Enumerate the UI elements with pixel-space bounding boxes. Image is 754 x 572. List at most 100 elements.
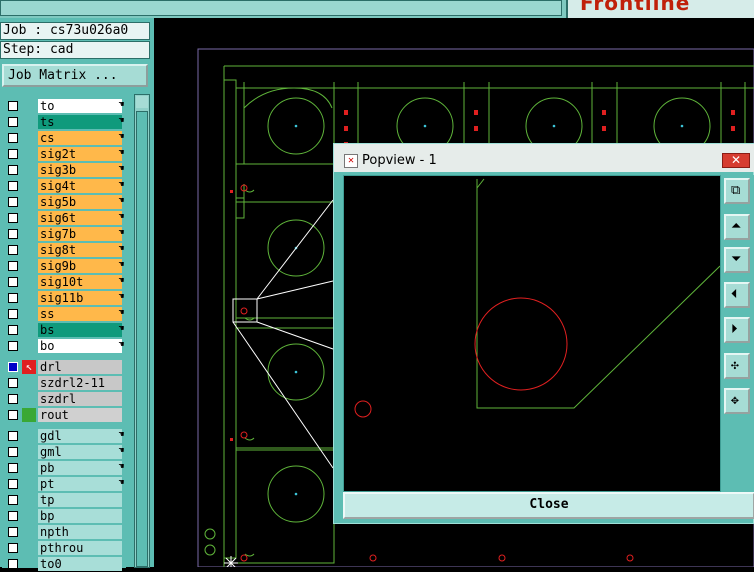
layer-checkbox[interactable] [8, 117, 18, 127]
layer-row-szdrl[interactable]: szdrl [2, 391, 126, 407]
layer-name[interactable]: sig10t [38, 275, 122, 289]
layer-checkbox[interactable] [8, 410, 18, 420]
layer-name[interactable]: sig5b [38, 195, 122, 209]
layer-checkbox[interactable] [8, 197, 18, 207]
layer-row-sig3b[interactable]: sig3b ☚ [2, 162, 126, 178]
layer-checkbox[interactable] [8, 431, 18, 441]
layer-row-sig6t[interactable]: sig6t ☚ [2, 210, 126, 226]
layer-name[interactable]: to [38, 99, 122, 113]
layer-name[interactable]: sig8t [38, 243, 122, 257]
layer-name[interactable]: sig4t [38, 179, 122, 193]
layer-name[interactable]: pthrou [38, 541, 122, 555]
layer-name[interactable]: ss [38, 307, 122, 321]
layer-checkbox[interactable] [8, 133, 18, 143]
layer-name[interactable]: sig7b [38, 227, 122, 241]
layer-name[interactable]: sig11b [38, 291, 122, 305]
layer-row-pt[interactable]: pt ☚ [2, 476, 126, 492]
pan-up-icon[interactable]: ⏶ [724, 214, 750, 240]
layer-row-szdrl2-11[interactable]: szdrl2-11 [2, 375, 126, 391]
popview-title-bar[interactable]: ✕ Popview - 1 [334, 144, 754, 172]
layer-checkbox[interactable] [8, 293, 18, 303]
layer-name[interactable]: pt [38, 477, 122, 491]
layer-checkbox[interactable] [8, 213, 18, 223]
scroll-up-arrow-icon[interactable] [136, 96, 148, 108]
layer-row-pthrou[interactable]: pthrou [2, 540, 126, 556]
layer-scrollbar[interactable] [134, 94, 150, 568]
job-matrix-button[interactable]: Job Matrix ... [2, 64, 148, 87]
layer-row-sig4t[interactable]: sig4t ☚ [2, 178, 126, 194]
layer-row-sig8t[interactable]: sig8t ☚ [2, 242, 126, 258]
layer-checkbox[interactable] [8, 362, 18, 372]
layer-row-sig2t[interactable]: sig2t ☚ [2, 146, 126, 162]
pan-right-icon[interactable]: ⏵ [724, 317, 750, 343]
zoom-fit-icon[interactable]: ⧉ [724, 178, 750, 204]
layer-name[interactable]: rout [38, 408, 122, 422]
layer-checkbox[interactable] [8, 101, 18, 111]
layer-checkbox[interactable] [8, 277, 18, 287]
layer-row-gml[interactable]: gml ☚ [2, 444, 126, 460]
layer-checkbox[interactable] [8, 229, 18, 239]
layer-name[interactable]: bp [38, 509, 122, 523]
layer-row-drl[interactable]: ↖ drl [2, 359, 126, 375]
close-button[interactable]: Close [343, 492, 754, 519]
layer-name[interactable]: to0 [38, 557, 122, 571]
zoom-in-icon[interactable]: ✣ [724, 353, 750, 379]
zoom-out-icon[interactable]: ✥ [724, 388, 750, 414]
layer-checkbox[interactable] [8, 463, 18, 473]
layer-checkbox[interactable] [8, 245, 18, 255]
layer-name[interactable]: npth [38, 525, 122, 539]
layer-row-bs[interactable]: bs ☚ [2, 322, 126, 338]
layer-name[interactable]: pb [38, 461, 122, 475]
pan-left-icon[interactable]: ⏴ [724, 282, 750, 308]
layer-checkbox[interactable] [8, 149, 18, 159]
layer-checkbox[interactable] [8, 165, 18, 175]
close-icon[interactable]: ✕ [722, 153, 750, 168]
layer-checkbox[interactable] [8, 511, 18, 521]
layer-checkbox[interactable] [8, 378, 18, 388]
layer-name[interactable]: ts [38, 115, 122, 129]
layer-checkbox[interactable] [8, 181, 18, 191]
layer-row-to0[interactable]: to0 [2, 556, 126, 572]
layer-row-ss[interactable]: ss ☚ [2, 306, 126, 322]
layer-name[interactable]: sig3b [38, 163, 122, 177]
layer-row-sig7b[interactable]: sig7b ☚ [2, 226, 126, 242]
layer-name[interactable]: sig9b [38, 259, 122, 273]
layer-checkbox[interactable] [8, 341, 18, 351]
pan-down-icon[interactable]: ⏷ [724, 247, 750, 273]
layer-name[interactable]: sig2t [38, 147, 122, 161]
layer-name[interactable]: sig6t [38, 211, 122, 225]
layer-row-gdl[interactable]: gdl ☚ [2, 428, 126, 444]
layer-name[interactable]: gdl [38, 429, 122, 443]
layer-checkbox[interactable] [8, 394, 18, 404]
layer-row-npth[interactable]: npth [2, 524, 126, 540]
layer-name[interactable]: cs [38, 131, 122, 145]
layer-row-tp[interactable]: tp [2, 492, 126, 508]
layer-row-to[interactable]: to ☚ [2, 98, 126, 114]
layer-row-rout[interactable]: rout [2, 407, 126, 423]
layer-row-ts[interactable]: ts ☚ [2, 114, 126, 130]
layer-checkbox[interactable] [8, 447, 18, 457]
layer-name[interactable]: bo [38, 339, 122, 353]
layer-row-bo[interactable]: bo ☚ [2, 338, 126, 354]
layer-name[interactable]: szdrl [38, 392, 122, 406]
popview-viewport[interactable] [343, 175, 721, 492]
scroll-thumb[interactable] [136, 111, 148, 567]
layer-row-bp[interactable]: bp [2, 508, 126, 524]
layer-row-sig9b[interactable]: sig9b ☚ [2, 258, 126, 274]
layer-checkbox[interactable] [8, 325, 18, 335]
layer-checkbox[interactable] [8, 543, 18, 553]
layer-checkbox[interactable] [8, 527, 18, 537]
layer-row-sig5b[interactable]: sig5b ☚ [2, 194, 126, 210]
layer-row-sig10t[interactable]: sig10t ☚ [2, 274, 126, 290]
layer-checkbox[interactable] [8, 495, 18, 505]
layer-name[interactable]: bs [38, 323, 122, 337]
layer-name[interactable]: szdrl2-11 [38, 376, 122, 390]
layer-checkbox[interactable] [8, 479, 18, 489]
layer-checkbox[interactable] [8, 309, 18, 319]
layer-row-cs[interactable]: cs ☚ [2, 130, 126, 146]
layer-row-sig11b[interactable]: sig11b ☚ [2, 290, 126, 306]
layer-checkbox[interactable] [8, 559, 18, 569]
layer-name[interactable]: drl [38, 360, 122, 374]
layer-name[interactable]: tp [38, 493, 122, 507]
layer-name[interactable]: gml [38, 445, 122, 459]
